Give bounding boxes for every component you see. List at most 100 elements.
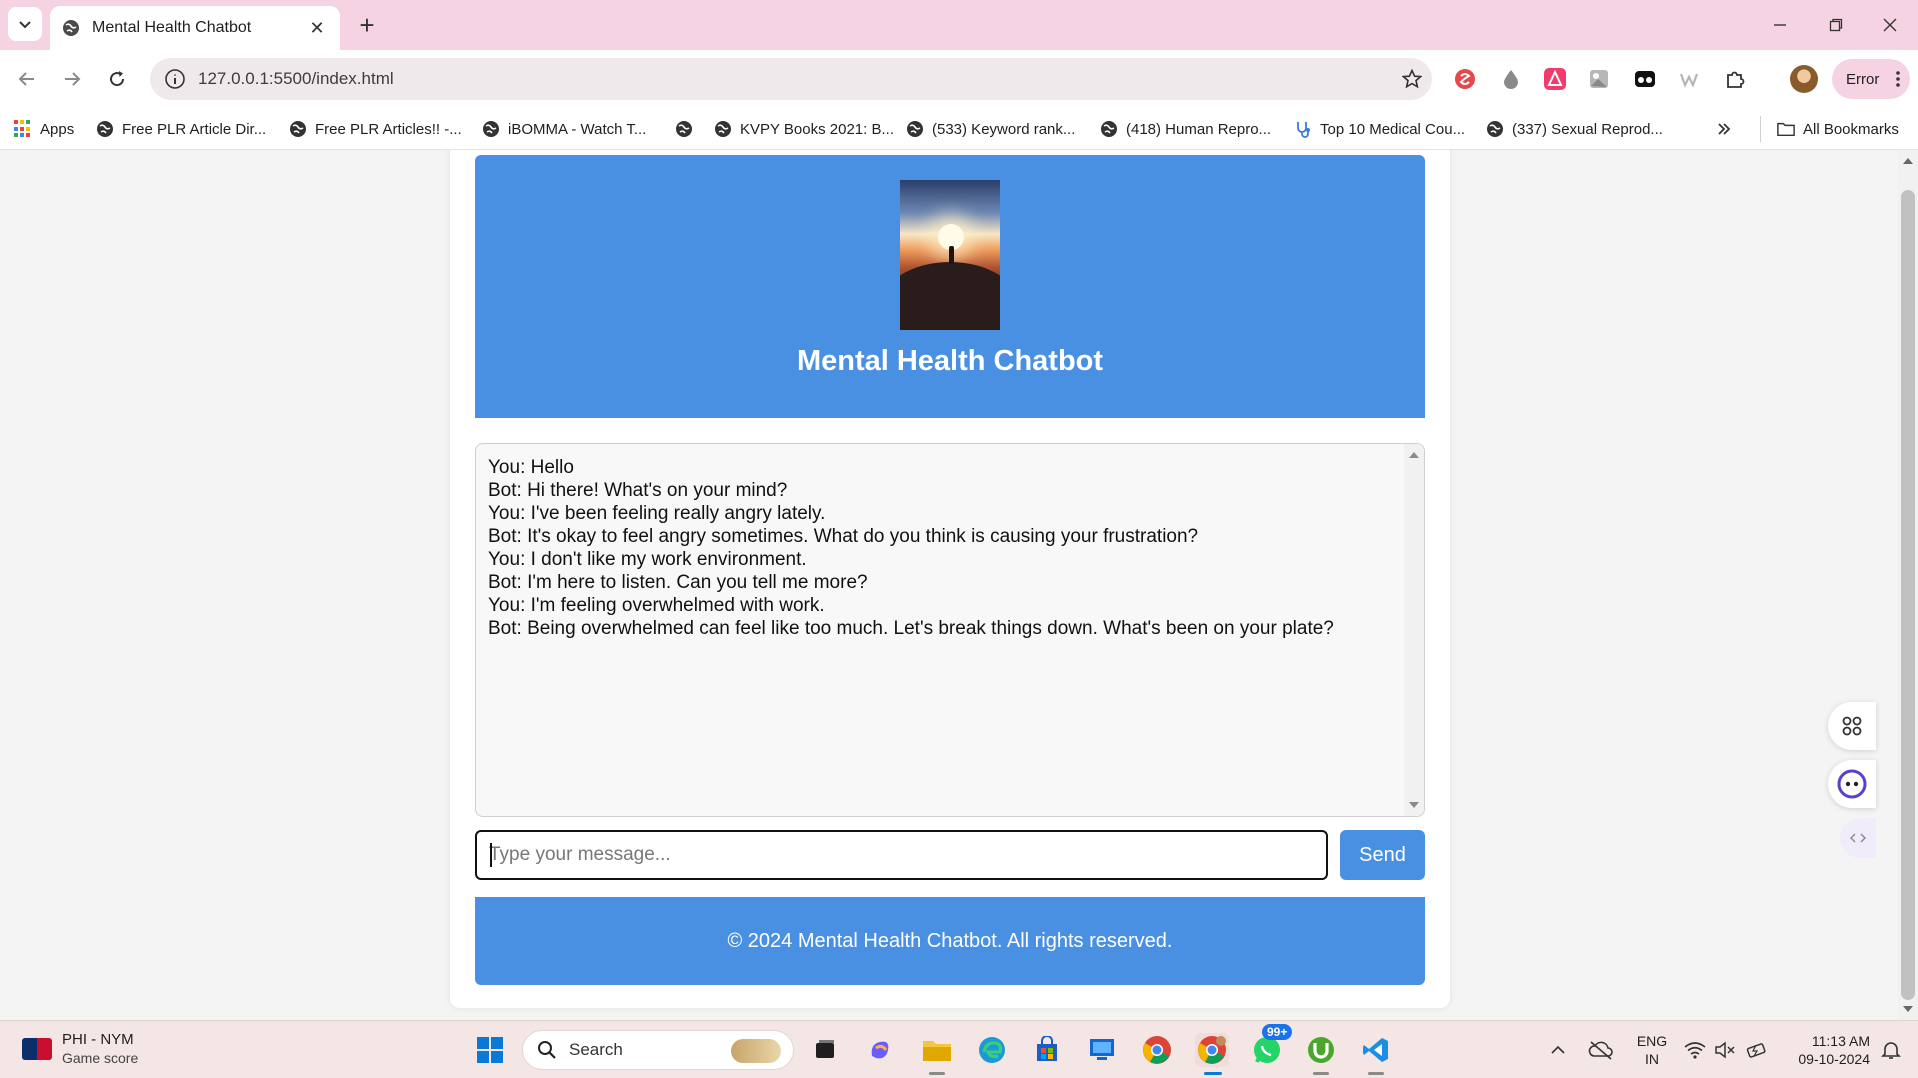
url-text[interactable]: 127.0.0.1:5500/index.html — [198, 69, 1392, 89]
extension-w-icon[interactable] — [1676, 66, 1702, 92]
globe-icon — [907, 121, 923, 137]
scrollbar-thumb[interactable] — [1901, 190, 1915, 1000]
task-view-icon — [816, 1040, 834, 1058]
extension-drop-icon[interactable] — [1498, 66, 1524, 92]
tab-search-button[interactable] — [8, 7, 42, 41]
minimize-icon — [1774, 24, 1786, 26]
apps-grid-icon — [14, 120, 32, 138]
copilot-button[interactable] — [863, 1033, 897, 1067]
text-caret — [490, 843, 492, 867]
notifications-button[interactable] — [1878, 1033, 1904, 1067]
bookmark-item[interactable]: Top 10 Medical Cou... — [1294, 116, 1465, 142]
new-tab-button[interactable]: + — [352, 10, 382, 40]
footer-text: © 2024 Mental Health Chatbot. All rights… — [727, 929, 1173, 952]
chat-log[interactable]: You: Hello Bot: Hi there! What's on your… — [475, 443, 1425, 817]
speaker-muted-icon — [1715, 1041, 1735, 1059]
close-tab-icon[interactable]: ✕ — [306, 17, 328, 39]
address-bar[interactable]: 127.0.0.1:5500/index.html — [150, 58, 1432, 100]
system-clock[interactable]: 11:13 AM 09-10-2024 — [1780, 1032, 1870, 1068]
chevron-up-icon — [1551, 1045, 1565, 1054]
bookmark-item[interactable]: iBOMMA - Watch T... — [482, 116, 646, 142]
restore-icon — [1829, 18, 1843, 32]
browser-tab[interactable]: Mental Health Chatbot ✕ — [50, 6, 340, 50]
chat-header: Mental Health Chatbot — [475, 155, 1425, 418]
site-info-icon[interactable] — [164, 68, 186, 90]
folder-icon — [1777, 122, 1795, 137]
page-viewport: Mental Health Chatbot You: Hello Bot: Hi… — [0, 150, 1898, 1020]
reload-button[interactable] — [100, 62, 134, 96]
back-button[interactable] — [10, 62, 44, 96]
profile-error-button[interactable]: Error — [1832, 59, 1910, 99]
bookmark-item[interactable]: Free PLR Article Dir... — [96, 116, 266, 142]
globe-icon — [715, 121, 731, 137]
start-button[interactable] — [473, 1033, 507, 1067]
utorrent-button[interactable] — [1304, 1033, 1338, 1067]
scroll-down-icon[interactable] — [1409, 802, 1419, 808]
wifi-status[interactable] — [1682, 1033, 1708, 1067]
vscode-button[interactable] — [1359, 1033, 1393, 1067]
bookmark-item[interactable] — [675, 116, 701, 142]
all-bookmarks-button[interactable]: All Bookmarks — [1760, 116, 1899, 142]
forward-button[interactable] — [55, 62, 89, 96]
bookmark-apps[interactable]: Apps — [14, 116, 74, 142]
extensions-puzzle-icon[interactable] — [1722, 66, 1748, 92]
task-view-button[interactable] — [808, 1033, 842, 1067]
search-label: Search — [569, 1040, 623, 1059]
stethoscope-icon — [1297, 122, 1310, 138]
scroll-down-icon[interactable] — [1903, 1006, 1913, 1012]
bookmark-item[interactable]: Free PLR Articles!! -... — [289, 116, 462, 142]
cloud-offline-icon — [1588, 1041, 1613, 1060]
chat-container: Mental Health Chatbot You: Hello Bot: Hi… — [450, 150, 1450, 1008]
globe-icon — [290, 121, 306, 137]
message-input[interactable] — [475, 830, 1328, 880]
globe-icon — [63, 20, 79, 36]
sidebar-apps-widget[interactable] — [1828, 702, 1876, 750]
battery-status[interactable] — [1744, 1033, 1770, 1067]
extension-shield-icon[interactable] — [1452, 66, 1478, 92]
edge-button[interactable] — [975, 1033, 1009, 1067]
bookmark-item[interactable]: (337) Sexual Reprod... — [1486, 116, 1663, 142]
windows-logo-icon — [477, 1037, 503, 1063]
extension-triangle-icon[interactable] — [1542, 66, 1568, 92]
bookmark-item[interactable]: (418) Human Repro... — [1100, 116, 1271, 142]
search-highlight-icon — [731, 1039, 781, 1063]
command-icon — [1842, 716, 1862, 736]
tab-strip: Mental Health Chatbot ✕ + — [0, 0, 1918, 50]
close-icon — [1883, 18, 1897, 32]
news-widget[interactable]: PHI - NYM Game score — [22, 1031, 138, 1067]
chrome-profile-icon — [1198, 1036, 1226, 1064]
file-explorer-button[interactable] — [920, 1033, 954, 1067]
onedrive-button[interactable] — [1586, 1033, 1616, 1067]
chrome-icon — [1143, 1036, 1171, 1064]
extension-glasses-icon[interactable] — [1632, 66, 1658, 92]
bookmark-item[interactable]: (533) Keyword rank... — [906, 116, 1075, 142]
mlb-logo-icon — [22, 1038, 52, 1060]
language-indicator[interactable]: ENG IN — [1634, 1032, 1670, 1068]
globe-icon — [676, 121, 692, 137]
bookmarks-overflow-button[interactable] — [1716, 116, 1732, 142]
scroll-up-icon[interactable] — [1409, 452, 1419, 458]
page-scrollbar[interactable] — [1898, 150, 1918, 1020]
bookmark-star-icon[interactable] — [1392, 59, 1432, 99]
double-chevron-right-icon — [1718, 123, 1731, 135]
globe-icon — [483, 121, 499, 137]
arrow-right-icon — [65, 72, 81, 86]
close-window-button[interactable] — [1862, 0, 1918, 50]
volume-status[interactable] — [1712, 1033, 1738, 1067]
remote-desktop-button[interactable] — [1085, 1033, 1119, 1067]
extension-image-icon[interactable] — [1586, 66, 1612, 92]
chrome-profile-button[interactable] — [1195, 1033, 1229, 1067]
show-hidden-icons-button[interactable] — [1546, 1033, 1570, 1067]
profile-avatar[interactable] — [1790, 65, 1818, 93]
scroll-up-icon[interactable] — [1903, 158, 1913, 164]
assistant-widget[interactable] — [1828, 760, 1876, 808]
restore-button[interactable] — [1808, 0, 1864, 50]
collapse-widget[interactable] — [1840, 818, 1876, 858]
chrome-button[interactable] — [1140, 1033, 1174, 1067]
chat-scrollbar[interactable] — [1404, 444, 1424, 816]
minimize-button[interactable] — [1752, 0, 1808, 50]
send-button[interactable]: Send — [1340, 830, 1425, 880]
store-button[interactable] — [1030, 1033, 1064, 1067]
taskbar-search[interactable]: Search — [522, 1030, 794, 1070]
bookmark-item[interactable]: KVPY Books 2021: B... — [714, 116, 894, 142]
